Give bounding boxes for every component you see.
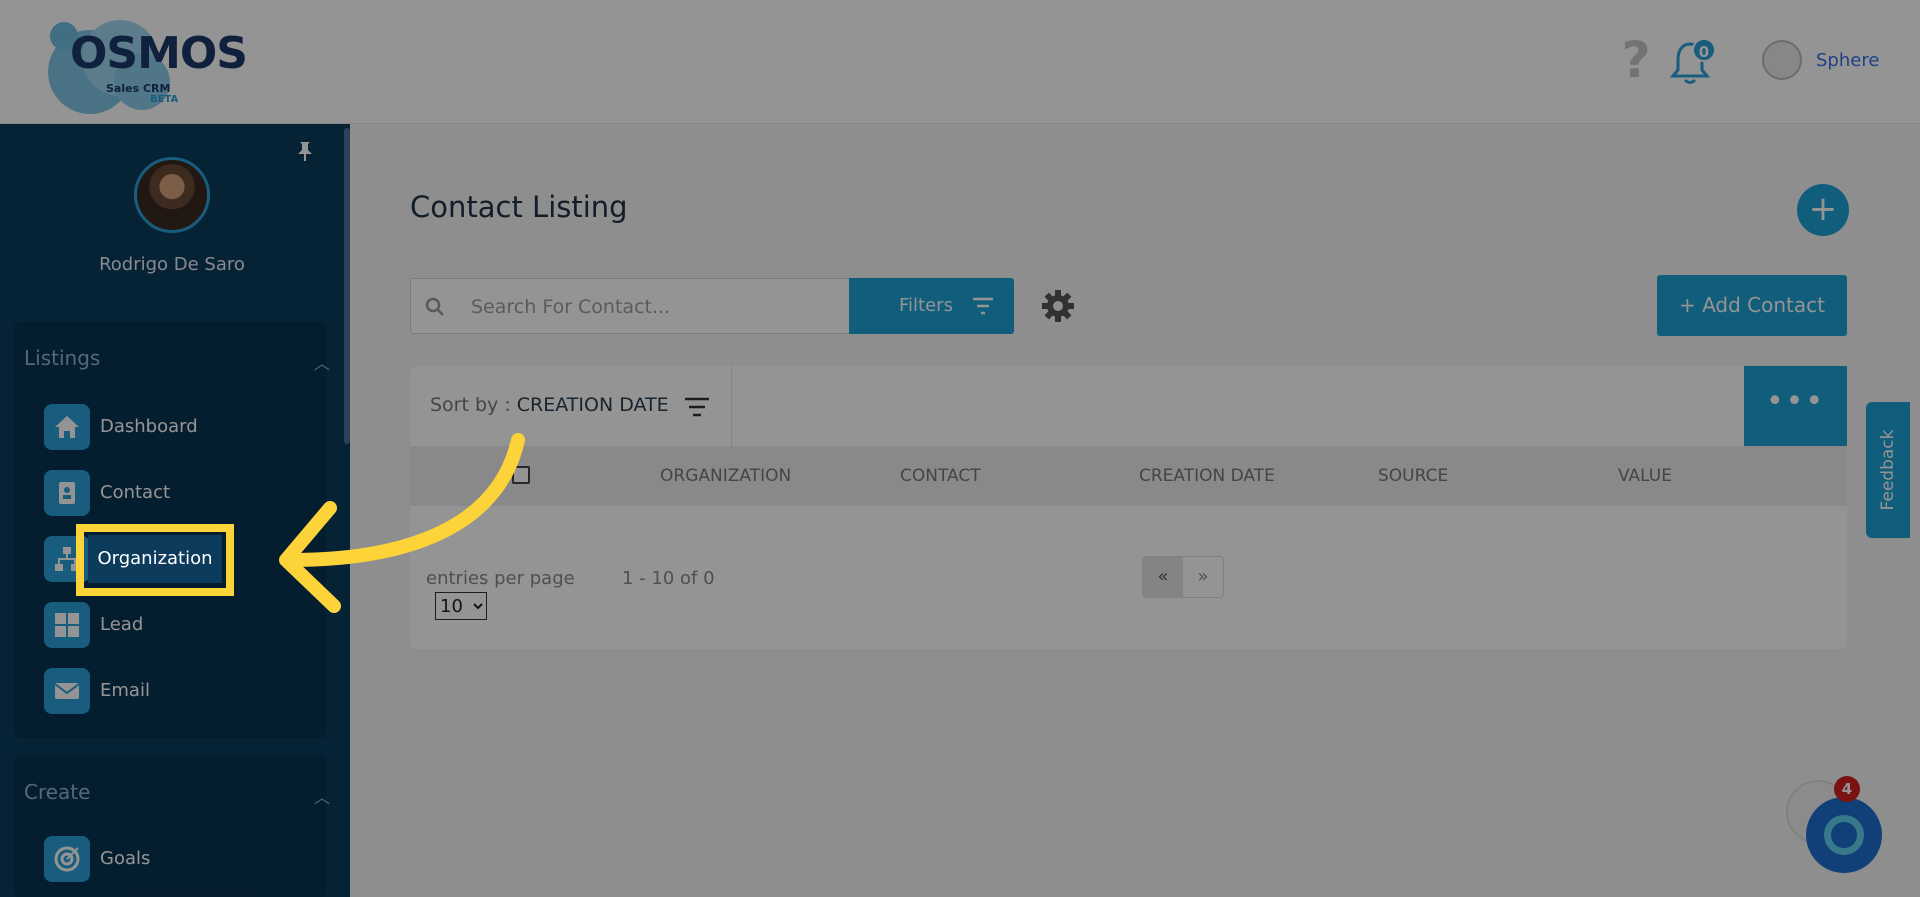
sidebar-item-label: Contact xyxy=(100,482,171,503)
pin-icon[interactable] xyxy=(296,140,314,162)
sidebar-item-goals[interactable]: Goals xyxy=(44,836,314,884)
user-avatar[interactable] xyxy=(1762,40,1802,80)
column-header-contact[interactable]: CONTACT xyxy=(900,466,981,486)
sidebar-item-label: Email xyxy=(100,680,150,701)
pager-prev-button[interactable]: « xyxy=(1143,557,1183,597)
grid-icon xyxy=(44,602,90,648)
highlight-box xyxy=(76,524,234,596)
column-header-organization[interactable]: ORGANIZATION xyxy=(660,466,791,486)
sidebar-item-email[interactable]: Email xyxy=(44,668,314,716)
pagination: « » xyxy=(1142,556,1224,598)
column-header-value[interactable]: VALUE xyxy=(1618,466,1672,486)
add-contact-button[interactable]: + Add Contact xyxy=(1657,275,1847,336)
logo-text: OSMOS xyxy=(70,28,248,79)
contact-card-icon xyxy=(44,470,90,516)
filters-button[interactable]: Filters xyxy=(849,278,1014,334)
profile-name: Rodrigo De Saro xyxy=(99,254,245,275)
chat-launcher-button[interactable] xyxy=(1806,797,1882,873)
logo-beta: BETA xyxy=(150,94,179,105)
top-bar: OSMOS Sales CRM BETA ? 0 Sphere xyxy=(0,0,1920,124)
gear-icon[interactable] xyxy=(1040,288,1076,324)
filter-lines-icon xyxy=(973,297,993,315)
user-menu-name[interactable]: Sphere xyxy=(1816,50,1879,71)
chat-ring-icon xyxy=(1824,815,1864,855)
home-icon xyxy=(44,404,90,450)
add-circle-button[interactable]: + xyxy=(1797,184,1849,236)
create-section-title[interactable]: Create xyxy=(24,780,90,804)
listings-section-title[interactable]: Listings xyxy=(24,346,100,370)
sort-text: Sort by : CREATION DATE xyxy=(430,394,669,416)
column-header-creation-date[interactable]: CREATION DATE xyxy=(1139,466,1275,486)
search-icon xyxy=(425,297,444,316)
question-mark-icon[interactable]: ? xyxy=(1618,35,1654,85)
feedback-tab[interactable]: Feedback xyxy=(1866,402,1910,538)
sort-prefix: Sort by : xyxy=(430,394,517,416)
feedback-label: Feedback xyxy=(1878,429,1898,511)
chevron-up-icon[interactable]: ︿ xyxy=(314,350,330,374)
pager-next-button[interactable]: » xyxy=(1183,557,1223,597)
page-title: Contact Listing xyxy=(410,190,628,224)
sort-lines-icon xyxy=(685,397,709,417)
sidebar-item-label: Dashboard xyxy=(100,416,198,437)
sidebar-item-label: Goals xyxy=(100,848,151,869)
column-header-source[interactable]: SOURCE xyxy=(1378,466,1448,486)
chevron-up-icon[interactable]: ︿ xyxy=(314,784,330,808)
search-input[interactable] xyxy=(471,293,831,321)
notification-badge: 0 xyxy=(1692,38,1716,62)
contact-table-panel: Sort by : CREATION DATE ••• ORGANIZATION… xyxy=(410,366,1847,649)
profile-avatar[interactable] xyxy=(134,157,210,233)
more-options-button[interactable]: ••• xyxy=(1744,366,1847,446)
range-text: 1 - 10 of 0 xyxy=(622,568,715,589)
filters-label: Filters xyxy=(899,295,953,316)
chat-unread-badge: 4 xyxy=(1834,776,1860,802)
sidebar-item-label: Lead xyxy=(100,614,144,635)
target-icon xyxy=(44,836,90,882)
search-box xyxy=(410,278,850,334)
tutorial-arrow-icon xyxy=(279,433,525,613)
envelope-icon xyxy=(44,668,90,714)
sidebar-scrollbar[interactable] xyxy=(344,128,350,444)
sort-value: CREATION DATE xyxy=(516,394,669,416)
